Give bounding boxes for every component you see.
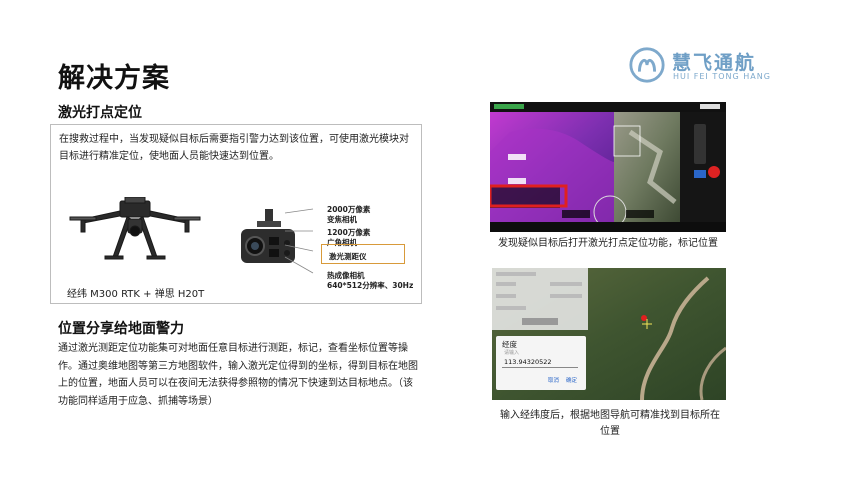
map-app-screenshot: 经度 请输入 113.94320522 取消 确定 (492, 268, 726, 400)
spec-thermal-res: 640*512分辨率、30Hz (327, 281, 414, 290)
drone-app-view (490, 102, 726, 232)
section1-heading: 激光打点定位 (58, 105, 142, 121)
drone-caption: 经纬 M300 RTK + 禅思 H20T (67, 289, 205, 300)
section2-heading: 位置分享给地面警力 (58, 321, 184, 337)
section1-description: 在搜救过程中，当发现疑似目标后需要指引警力达到该位置，可使用激光模块对目标进行精… (59, 134, 409, 162)
logo-name-en: HUI FEI TONG HANG (673, 72, 771, 81)
page-title: 解决方案 (58, 63, 170, 94)
spec-thermal-camera: 热成像相机 640*512分辨率、30Hz (327, 271, 413, 291)
dialog-ok-button[interactable]: 确定 (566, 376, 577, 384)
longitude-input[interactable]: 113.94320522 (502, 358, 578, 368)
logo-name-cn: 慧飞通航 (672, 52, 757, 74)
spec-thermal-name: 热成像相机 (327, 271, 365, 280)
spec-leader-lines (284, 208, 314, 274)
dialog-hint: 请输入 (504, 350, 520, 356)
coordinate-dialog: 经度 请输入 113.94320522 取消 确定 (496, 336, 586, 390)
company-logo: 慧飞通航 HUI FEI TONG HANG (628, 44, 778, 88)
section1-content-box: 在搜救过程中，当发现疑似目标后需要指引警力达到该位置，可使用激光模块对目标进行精… (50, 124, 422, 304)
spec-laser-rangefinder: 激光测距仪 (329, 252, 367, 261)
spec-zoom-camera: 2000万像素 变焦相机 (327, 205, 371, 224)
logo-mark-icon (629, 47, 665, 83)
drone-image (69, 197, 201, 260)
screenshot1-caption: 发现疑似目标后打开激光打点定位功能，标记位置 (498, 238, 718, 249)
dialog-cancel-button[interactable]: 取消 (548, 376, 559, 384)
drone-app-screenshot (490, 102, 726, 232)
screenshot2-caption: 输入经纬度后，根据地图导航可精准找到目标所在位置 (500, 410, 720, 437)
section2-description: 通过激光测距定位功能集可对地面任意目标进行测距，标记，查看坐标位置等操作。通过奥… (58, 343, 418, 407)
